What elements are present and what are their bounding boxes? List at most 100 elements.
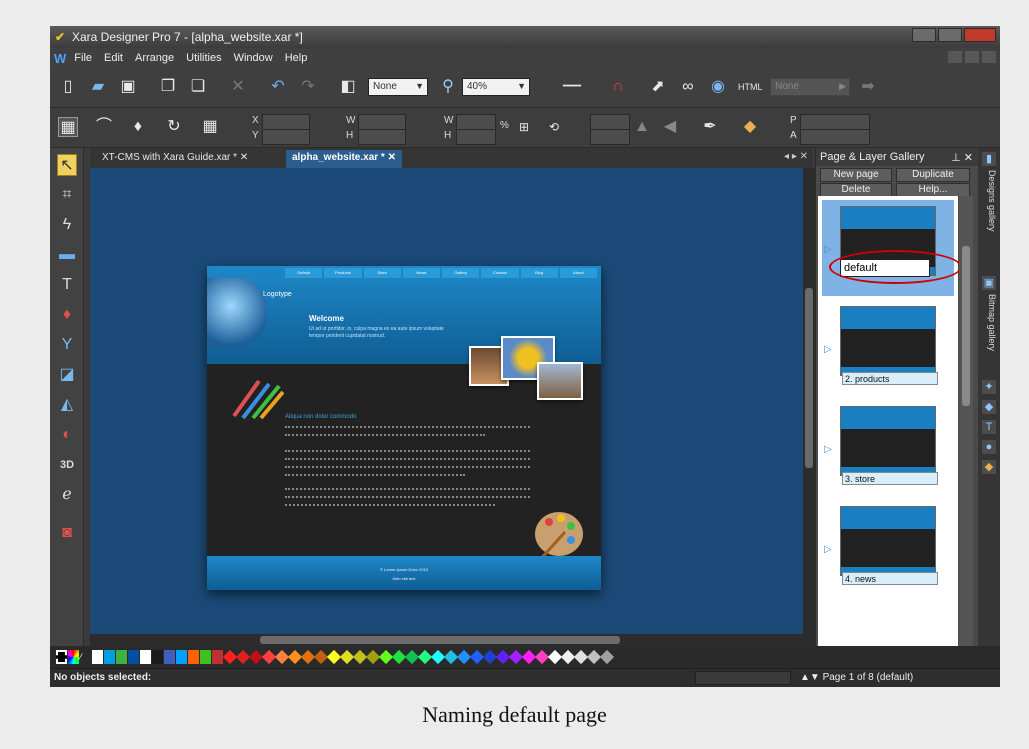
pin-close-icon[interactable]: ⊥ ✕ [951,151,973,164]
color-swatch[interactable] [116,650,127,664]
transparency-icon[interactable]: ◧ [338,77,358,97]
web-preview-icon[interactable]: ◉ [708,77,728,97]
gallery-scrollbar[interactable] [959,196,973,648]
width-field[interactable] [358,114,406,130]
rotation-icon[interactable]: ⟲ [544,117,564,137]
tab-scroll-arrows[interactable]: ◂ ▸ ✕ [784,151,808,162]
copy-icon[interactable]: ❐ [158,77,178,97]
menu-window[interactable]: Window [234,52,273,64]
x-field[interactable] [262,114,310,130]
page-item-store[interactable]: ▷ 3. store [822,400,954,496]
zoom-icon[interactable]: ⚲ [438,77,458,97]
redo-icon[interactable]: ↷ [298,77,318,97]
scale-w-field[interactable] [456,114,496,130]
a-field[interactable] [800,129,870,145]
color-swatch[interactable] [152,650,163,664]
color-gallery-icon[interactable]: ● [982,440,996,454]
doc-restore-button[interactable] [965,51,979,63]
expand-triangle-icon[interactable]: ▷ [824,444,832,455]
freehand-tool-icon[interactable]: ϟ [57,214,77,236]
crop-tool-icon[interactable]: ⌗ [57,184,77,206]
transparency-tool-icon[interactable]: Y [57,334,77,356]
angle-field[interactable] [590,114,630,130]
flip-horizontal-icon[interactable]: ◀ [660,117,680,137]
none-combo[interactable]: None ▶ [770,78,850,96]
extrude-3d-tool-icon[interactable]: 3D [57,454,77,476]
designs-gallery-icon[interactable]: ▮ [982,152,996,166]
maximize-button[interactable] [938,28,962,42]
selection-handles-icon[interactable]: ▦ [58,117,78,137]
page-item-news[interactable]: ▷ 4. news [822,500,954,596]
height-field[interactable] [358,129,406,145]
canvas-horizontal-scrollbar[interactable] [90,634,815,646]
zoom-combo[interactable]: 40% ▼ [462,78,530,96]
open-folder-icon[interactable]: ▰ [88,77,108,97]
grid-icon[interactable]: ▦ [200,117,220,137]
doc-minimize-button[interactable] [948,51,962,63]
new-document-icon[interactable]: ▯ [58,77,78,97]
color-swatch[interactable] [128,650,139,664]
delete-button[interactable]: Delete [820,183,892,197]
color-swatch[interactable] [164,650,175,664]
duplicate-button[interactable]: Duplicate [896,168,970,182]
name-gallery-icon[interactable]: ◆ [982,460,996,474]
color-swatch[interactable] [140,650,151,664]
minimize-button[interactable] [912,28,936,42]
menu-edit[interactable]: Edit [104,52,123,64]
tab-alpha-website[interactable]: alpha_website.xar * ✕ [286,150,402,168]
canvas-vertical-scrollbar[interactable] [803,168,815,634]
document-canvas[interactable]: Default Products Store News Gallery Cont… [90,168,803,634]
fill-gallery-icon[interactable]: ◆ [982,400,996,414]
paste-icon[interactable]: ❏ [188,77,208,97]
scroll-thumb[interactable] [962,246,970,406]
scroll-thumb[interactable] [260,636,620,644]
page-item-products[interactable]: ▷ 2. products [822,300,954,396]
y-field[interactable] [262,129,310,145]
close-button[interactable] [964,28,996,42]
menu-help[interactable]: Help [285,52,308,64]
color-swatch[interactable] [104,650,115,664]
menu-file[interactable]: File [74,52,92,64]
html-icon[interactable]: HTML [738,77,763,97]
delete-icon[interactable]: ✕ [228,77,248,97]
designs-gallery-tab[interactable]: Designs gallery [981,170,997,232]
new-page-button[interactable]: New page [820,168,892,182]
expand-triangle-icon[interactable]: ▷ [824,344,832,355]
contour-tool-icon[interactable]: ◭ [57,394,77,416]
curve-icon[interactable]: ⌒ [94,117,114,137]
rectangle-tool-icon[interactable]: ▬ [57,244,77,266]
expand-triangle-icon[interactable]: ▷ [824,544,832,555]
document-w-icon[interactable]: W [54,51,66,66]
expand-triangle-icon[interactable]: ▷ [824,244,832,255]
menu-utilities[interactable]: Utilities [186,52,221,64]
shadow-tool-icon[interactable]: ◪ [57,364,77,386]
eyedropper-icon[interactable]: ⁄ [80,650,91,664]
flip-vertical-icon[interactable]: ▲ [632,117,652,137]
tab-xt-cms[interactable]: XT-CMS with Xara Guide.xar * ✕ [96,150,254,168]
save-icon[interactable]: ▣ [118,77,138,97]
fill-tool-icon[interactable]: ♦ [57,304,77,326]
go-arrow-icon[interactable]: ➡ [858,77,878,97]
lock-aspect-icon[interactable]: ⊞ [514,117,534,137]
color-swatch[interactable] [92,650,103,664]
help-button[interactable]: Help... [896,183,970,197]
export-icon[interactable]: ⬈ [648,77,668,97]
skew-field[interactable] [590,129,630,145]
p-field[interactable] [800,114,870,130]
clipart-gallery-icon[interactable]: ✦ [982,380,996,394]
website-page-design[interactable]: Default Products Store News Gallery Cont… [207,266,601,590]
selector-tool-icon[interactable]: ↖ [57,154,77,176]
color-swatch[interactable] [599,649,615,665]
fill-bucket-icon[interactable]: ♦ [128,117,148,137]
fill-combo[interactable]: None ▼ [368,78,428,96]
color-editor-icon[interactable] [68,650,79,664]
doc-close-button[interactable] [982,51,996,63]
scale-h-field[interactable] [456,129,496,145]
no-color-swatch[interactable] [56,650,67,664]
blend-tool-icon[interactable]: ◐ [57,424,77,446]
undo-icon[interactable]: ↶ [268,77,288,97]
mould-tool-icon[interactable]: ℯ [57,484,77,506]
text-tool-icon[interactable]: T [57,274,77,296]
color-swatch[interactable] [188,650,199,664]
line-width-icon[interactable]: ━━━ [548,77,596,97]
